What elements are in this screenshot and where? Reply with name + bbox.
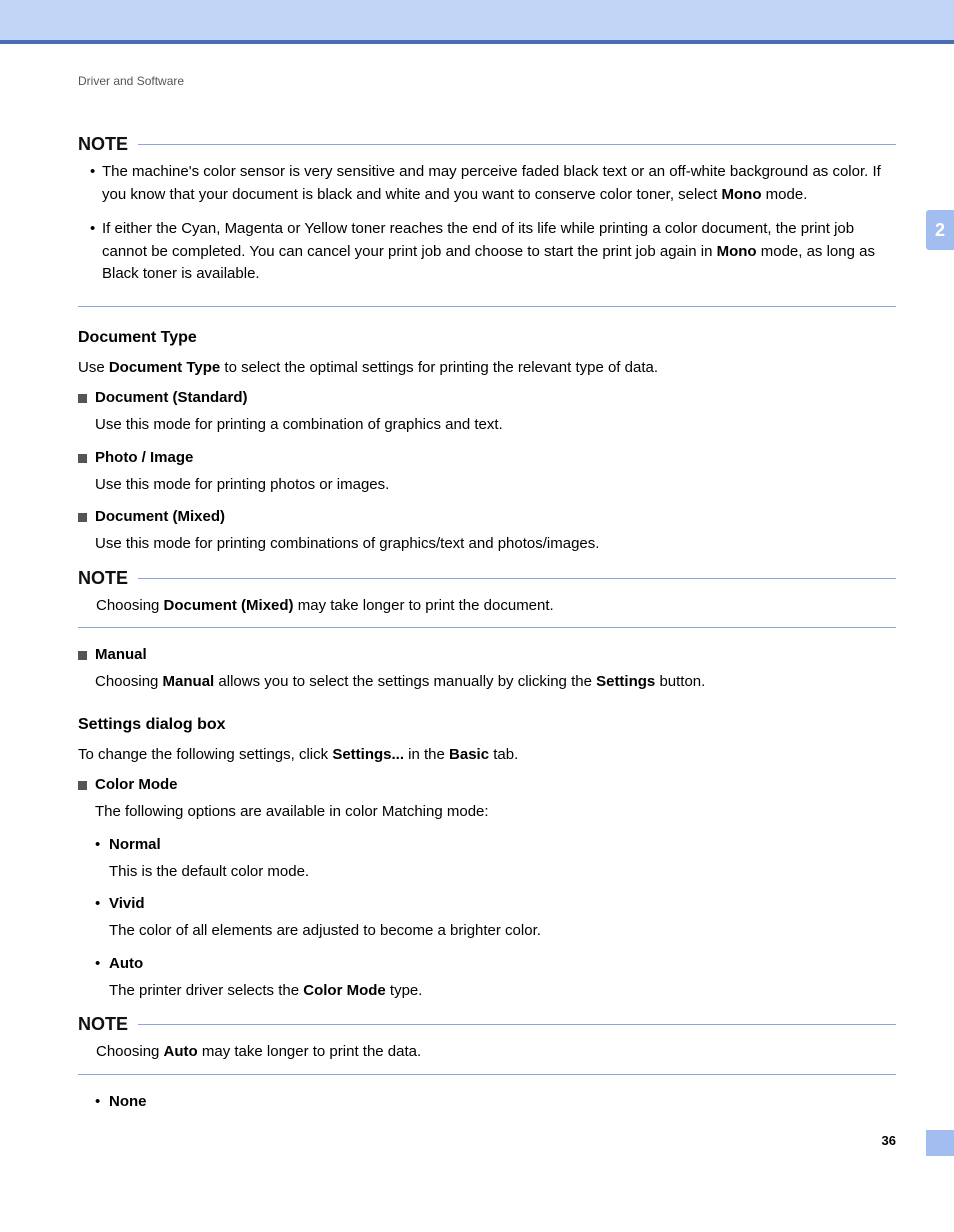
note-block-1: NOTE The machine's color sensor is very …	[78, 134, 896, 307]
text: may take longer to print the document.	[294, 597, 554, 614]
text: The printer driver selects the	[109, 982, 303, 999]
manual-list: Manual Choosing Manual allows you to sel…	[78, 646, 896, 694]
list-item: Normal This is the default color mode.	[95, 836, 896, 884]
item-title: Document (Mixed)	[78, 508, 896, 525]
note-rule	[138, 1024, 896, 1025]
text: type.	[386, 982, 423, 999]
bold: Manual	[163, 673, 215, 690]
item-desc: Use this mode for printing a combination…	[78, 414, 896, 437]
bold: Settings...	[332, 746, 404, 763]
doctype-intro: Use Document Type to select the optimal …	[78, 357, 896, 380]
page-number-tab	[926, 1130, 954, 1156]
settings-list: Color Mode The following options are ava…	[78, 776, 896, 1002]
text: tab.	[489, 746, 518, 763]
heading-document-type: Document Type	[78, 329, 896, 347]
note-label: NOTE	[78, 1014, 128, 1035]
note3-body: Choosing Auto may take longer to print t…	[78, 1041, 896, 1075]
note2-body: Choosing Document (Mixed) may take longe…	[78, 595, 896, 629]
item-desc: The color of all elements are adjusted t…	[95, 920, 896, 943]
note1-bullet1: The machine's color sensor is very sensi…	[90, 161, 896, 206]
settings-intro: To change the following settings, click …	[78, 744, 896, 767]
text: To change the following settings, click	[78, 746, 332, 763]
text: allows you to select the settings manual…	[214, 673, 596, 690]
item-title: Document (Standard)	[78, 389, 896, 406]
note-rule	[138, 144, 896, 145]
note-block-3: NOTE Choosing Auto may take longer to pr…	[78, 1014, 896, 1075]
item-desc: Choosing Manual allows you to select the…	[78, 671, 896, 694]
item-title: Color Mode	[78, 776, 896, 793]
breadcrumb: Driver and Software	[78, 74, 896, 88]
note-label: NOTE	[78, 134, 128, 155]
bold: Color Mode	[303, 982, 386, 999]
list-item: Photo / Image Use this mode for printing…	[78, 449, 896, 497]
text: in the	[404, 746, 449, 763]
item-desc: The printer driver selects the Color Mod…	[95, 980, 896, 1003]
note-block-2: NOTE Choosing Document (Mixed) may take …	[78, 568, 896, 629]
item-desc: Use this mode for printing combinations …	[78, 533, 896, 556]
list-item: Document (Standard) Use this mode for pr…	[78, 389, 896, 437]
item-desc: This is the default color mode.	[95, 861, 896, 884]
item-title: Photo / Image	[78, 449, 896, 466]
text: Choosing	[95, 673, 163, 690]
item-title: Vivid	[95, 895, 896, 912]
bold: Settings	[596, 673, 655, 690]
section-tab: 2	[926, 210, 954, 250]
text: button.	[655, 673, 705, 690]
text: Use	[78, 359, 109, 376]
list-item: Auto The printer driver selects the Colo…	[95, 955, 896, 1003]
note1-bullet2: If either the Cyan, Magenta or Yellow to…	[90, 218, 896, 286]
text: Choosing	[96, 597, 164, 614]
item-title: None	[95, 1093, 896, 1110]
note-rule	[138, 578, 896, 579]
bold: Auto	[164, 1043, 198, 1060]
text: mode.	[762, 186, 808, 203]
list-item: Document (Mixed) Use this mode for print…	[78, 508, 896, 556]
item-title: Auto	[95, 955, 896, 972]
item-title: Manual	[78, 646, 896, 663]
bold: Document (Mixed)	[164, 597, 294, 614]
note-label: NOTE	[78, 568, 128, 589]
item-title: Normal	[95, 836, 896, 853]
bold: Basic	[449, 746, 489, 763]
text: to select the optimal settings for print…	[220, 359, 658, 376]
bold: Mono	[717, 243, 757, 260]
item-desc: The following options are available in c…	[78, 801, 896, 824]
list-item: Color Mode The following options are ava…	[78, 776, 896, 1002]
heading-settings-dialog: Settings dialog box	[78, 716, 896, 734]
none-list: None	[78, 1093, 896, 1110]
top-bar	[0, 0, 954, 44]
doctype-list: Document (Standard) Use this mode for pr…	[78, 389, 896, 556]
bold: Mono	[722, 186, 762, 203]
page-number: 36	[882, 1133, 896, 1148]
color-mode-options: Normal This is the default color mode. V…	[78, 836, 896, 1003]
bold: Document Type	[109, 359, 220, 376]
list-item: Vivid The color of all elements are adju…	[95, 895, 896, 943]
page-content: Driver and Software NOTE The machine's c…	[0, 44, 954, 1178]
text: Choosing	[96, 1043, 164, 1060]
list-item: Manual Choosing Manual allows you to sel…	[78, 646, 896, 694]
item-desc: Use this mode for printing photos or ima…	[78, 474, 896, 497]
list-item: None	[95, 1093, 896, 1110]
text: may take longer to print the data.	[198, 1043, 421, 1060]
